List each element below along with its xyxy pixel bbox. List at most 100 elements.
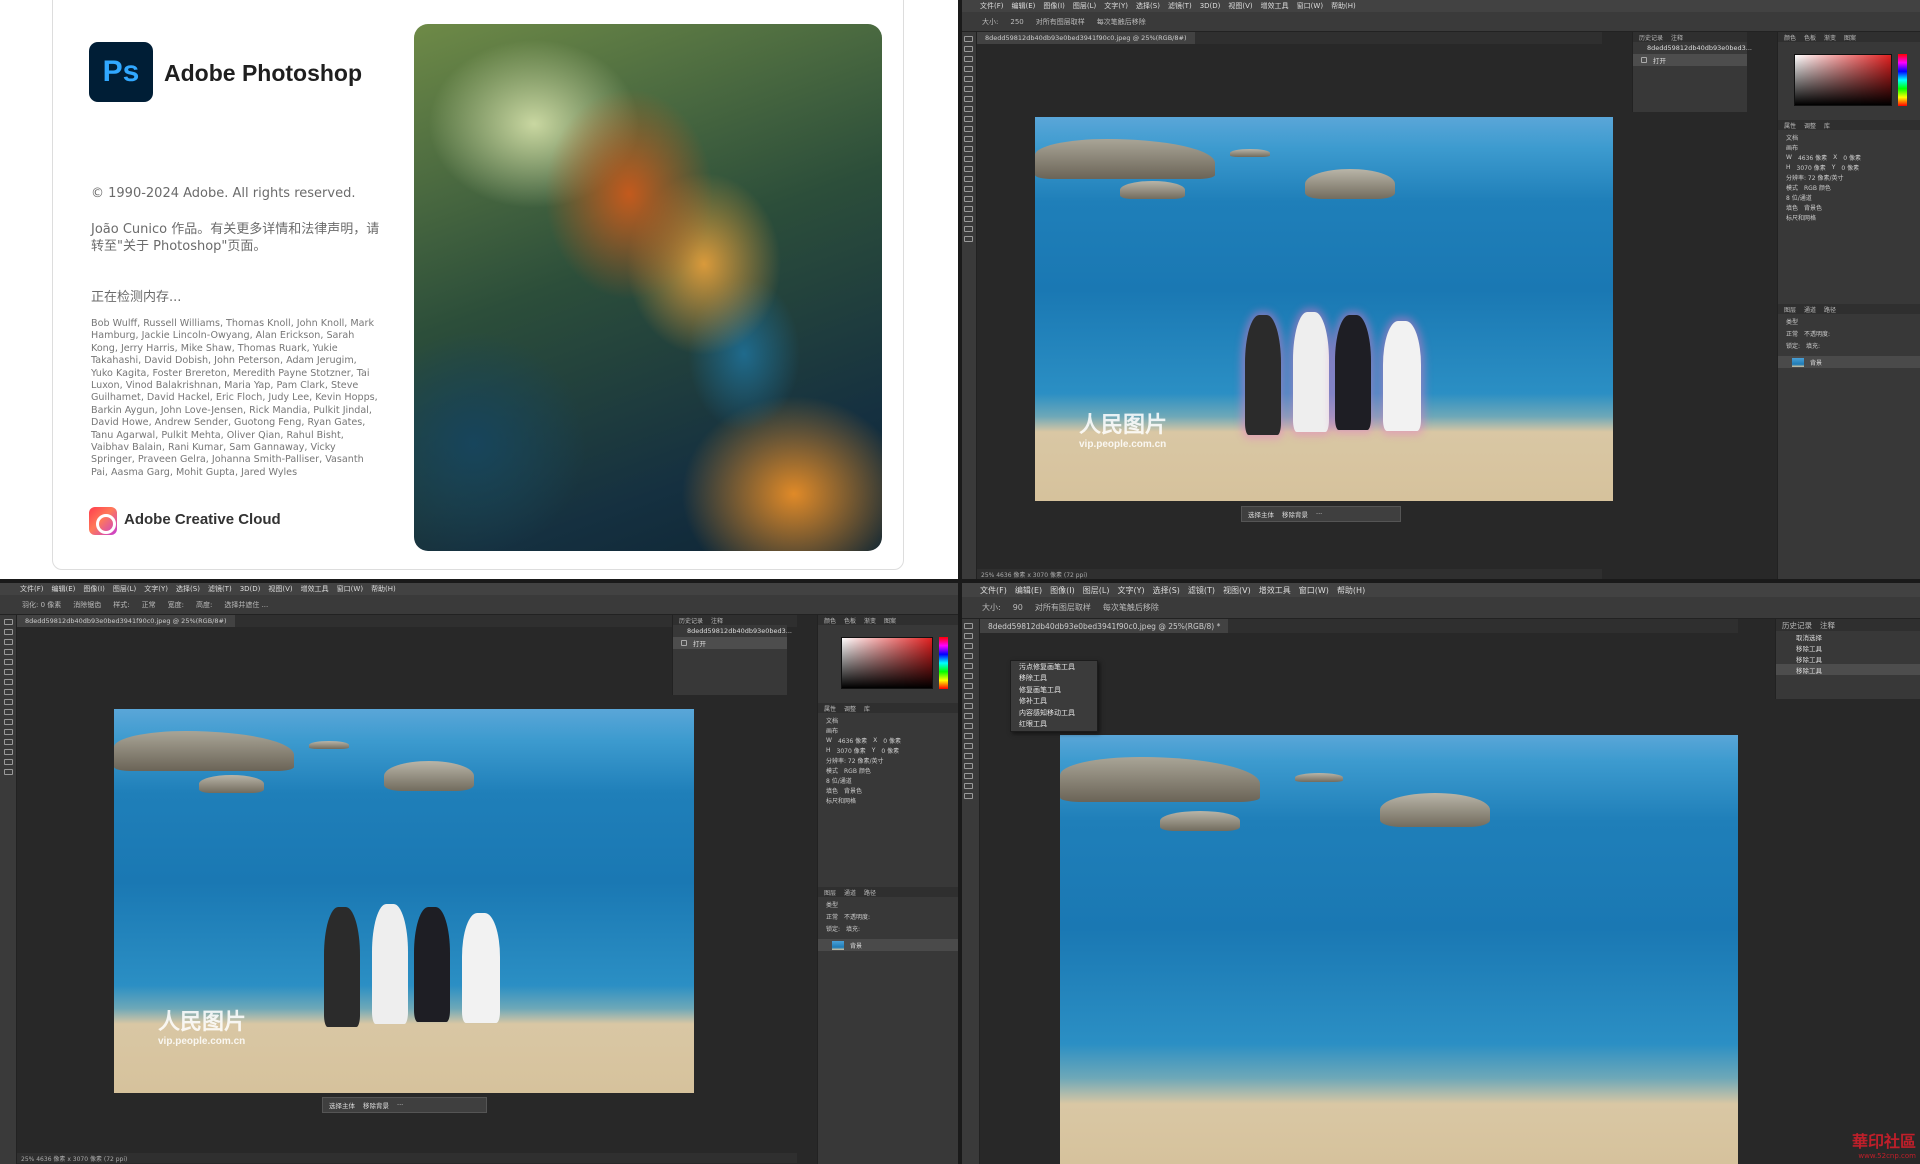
brush-tool-icon[interactable] (4, 699, 13, 705)
gradient-tool-icon[interactable] (964, 156, 973, 162)
hue-slider[interactable] (1898, 54, 1907, 106)
remove-bg-button[interactable]: 移除背景 (363, 1100, 389, 1110)
blur-tool-icon[interactable] (964, 166, 973, 172)
document-tab[interactable]: 8dedd59812db40db93e0bed3941f90c0.jpeg @ … (977, 32, 1195, 44)
blur-tool-icon[interactable] (964, 743, 973, 749)
lasso-tool-icon[interactable] (4, 639, 13, 645)
menu-item[interactable]: 窗口(W) (1297, 1, 1323, 11)
menu-item[interactable]: 文字(Y) (1117, 585, 1144, 596)
history-item[interactable]: 打开 (673, 637, 787, 649)
crop-tool-icon[interactable] (964, 76, 973, 82)
antialias-checkbox[interactable]: 消除锯齿 (73, 600, 101, 610)
pen-tool-icon[interactable] (964, 753, 973, 759)
tab-history[interactable]: 历史记录 (1639, 33, 1663, 42)
tab-libraries[interactable]: 库 (864, 704, 870, 713)
zoom-tool-icon[interactable] (964, 236, 973, 242)
width-value[interactable]: 4636 像素 (1798, 153, 1827, 162)
tab-patterns[interactable]: 图案 (1844, 33, 1856, 42)
gradient-tool-icon[interactable] (964, 733, 973, 739)
healing-tool-icon[interactable] (964, 106, 973, 112)
marquee-tool-icon[interactable] (4, 629, 13, 635)
history-item[interactable]: 移除工具 (1776, 653, 1920, 664)
select-mask-button[interactable]: 选择并遮住 ... (224, 600, 268, 610)
stamp-tool-icon[interactable] (4, 709, 13, 715)
flyout-patch-tool[interactable]: 修补工具 (1011, 696, 1097, 708)
menu-item[interactable]: 视图(V) (268, 584, 292, 594)
hand-tool-icon[interactable] (964, 226, 973, 232)
crop-tool-icon[interactable] (964, 663, 973, 669)
layer-background[interactable]: 背景 (818, 939, 960, 951)
height-value[interactable]: 3070 像素 (837, 746, 866, 755)
eraser-tool-icon[interactable] (964, 723, 973, 729)
tab-color[interactable]: 颜色 (824, 616, 836, 625)
menu-item[interactable]: 编辑(E) (1015, 585, 1042, 596)
menu-item[interactable]: 图像(I) (83, 584, 105, 594)
eyedropper-tool-icon[interactable] (964, 683, 973, 689)
eyedropper-tool-icon[interactable] (4, 679, 13, 685)
layer-background[interactable]: 背景 (1778, 356, 1920, 368)
menu-item[interactable]: 增效工具 (1259, 585, 1291, 596)
depth-select[interactable]: 8 位/通道 (818, 775, 960, 785)
history-item[interactable]: 打开 (1633, 54, 1747, 66)
menu-item[interactable]: 图层(L) (1083, 585, 1110, 596)
tab-swatches[interactable]: 色板 (1804, 33, 1816, 42)
shape-tool-icon[interactable] (964, 773, 973, 779)
tab-patterns[interactable]: 图案 (884, 616, 896, 625)
mode-select[interactable]: RGB 颜色 (1804, 183, 1831, 192)
menu-item[interactable]: 滤镜(T) (208, 584, 232, 594)
menu-item[interactable]: 图层(L) (1073, 1, 1096, 11)
quick-select-tool-icon[interactable] (964, 66, 973, 72)
hand-tool-icon[interactable] (4, 759, 13, 765)
menu-item[interactable]: 图像(I) (1043, 1, 1065, 11)
lasso-tool-icon[interactable] (964, 56, 973, 62)
tab-properties[interactable]: 属性 (1784, 121, 1796, 130)
menu-item[interactable]: 视图(V) (1228, 1, 1252, 11)
frame-tool-icon[interactable] (4, 669, 13, 675)
tab-layers[interactable]: 图层 (1784, 305, 1796, 314)
tab-notes[interactable]: 注释 (1671, 33, 1683, 42)
canvas-area[interactable]: 人民图片 vip.people.com.cn 选择主体 移除背景 ··· (977, 44, 1613, 567)
stroke-after-checkbox[interactable]: 每次笔触后移除 (1097, 17, 1146, 27)
eraser-tool-icon[interactable] (964, 146, 973, 152)
menu-item[interactable]: 帮助(H) (1337, 585, 1365, 596)
menu-item[interactable]: 编辑(E) (52, 584, 76, 594)
menu-item[interactable]: 滤镜(T) (1188, 585, 1215, 596)
layer-filter[interactable]: 类型 (1778, 316, 1798, 326)
menu-item[interactable]: 帮助(H) (371, 584, 396, 594)
feather-field[interactable]: 羽化: 0 像素 (22, 600, 61, 610)
beach-photo[interactable]: 人民图片 vip.people.com.cn (1035, 117, 1613, 501)
type-tool-icon[interactable] (964, 196, 973, 202)
tab-history[interactable]: 历史记录 (1782, 620, 1812, 631)
tab-channels[interactable]: 通道 (1804, 305, 1816, 314)
move-tool-icon[interactable] (964, 623, 973, 629)
menu-item[interactable]: 选择(S) (1136, 1, 1160, 11)
tab-color[interactable]: 颜色 (1784, 33, 1796, 42)
menu-item[interactable]: 文件(F) (20, 584, 44, 594)
remove-bg-button[interactable]: 移除背景 (1282, 509, 1308, 519)
menu-item[interactable]: 3D(D) (1200, 2, 1221, 10)
zoom-tool-icon[interactable] (964, 793, 973, 799)
history-item[interactable]: 移除工具 (1776, 642, 1920, 653)
menu-item[interactable]: 图像(I) (1050, 585, 1075, 596)
tab-notes[interactable]: 注释 (1820, 620, 1835, 631)
hue-slider[interactable] (939, 637, 948, 689)
move-tool-icon[interactable] (964, 36, 973, 42)
width-value[interactable]: 4636 像素 (838, 736, 867, 745)
tab-gradients[interactable]: 渐变 (864, 616, 876, 625)
tab-channels[interactable]: 通道 (844, 888, 856, 897)
menu-item[interactable]: 增效工具 (1261, 1, 1289, 11)
brush-tool-icon[interactable] (964, 116, 973, 122)
tab-libraries[interactable]: 库 (1824, 121, 1830, 130)
select-subject-button[interactable]: 选择主体 (1248, 509, 1274, 519)
flyout-healing-brush[interactable]: 修复画笔工具 (1011, 684, 1097, 696)
menu-item[interactable]: 文字(Y) (144, 584, 168, 594)
quick-select-tool-icon[interactable] (4, 649, 13, 655)
menu-item[interactable]: 文件(F) (980, 585, 1007, 596)
sample-all-checkbox[interactable]: 对所有图层取样 (1035, 602, 1091, 613)
color-field[interactable] (1794, 54, 1892, 106)
menu-item[interactable]: 选择(S) (1153, 585, 1180, 596)
tab-adjustments[interactable]: 调整 (844, 704, 856, 713)
tab-history[interactable]: 历史记录 (679, 616, 703, 625)
history-snapshot[interactable]: 8dedd59812db40db93e0bed3... (673, 625, 792, 637)
history-item-active[interactable]: 移除工具 (1776, 664, 1920, 675)
